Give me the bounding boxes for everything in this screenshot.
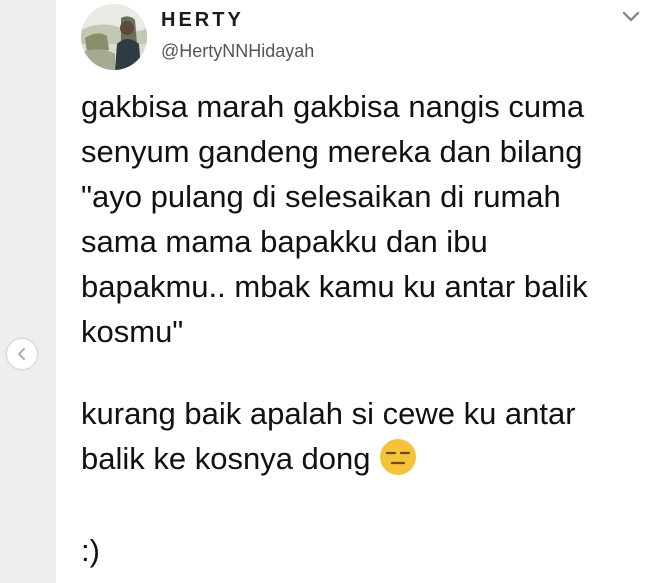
display-name[interactable]: HERTY [161,9,244,32]
handle[interactable]: @HertyNNHidayah [161,41,314,62]
tweet-card: HERTY @HertyNNHidayah gakbisa marah gakb… [56,0,670,583]
expressionless-face-emoji [379,439,416,475]
chevron-down-icon [622,11,640,22]
tweet-text-paragraph-1: gakbisa marah gakbisa nangis cuma senyum… [81,89,588,349]
previous-button[interactable] [6,338,38,370]
avatar[interactable] [81,4,147,70]
tweet-text-paragraph-2-text: kurang baik apalah si cewe ku antar bali… [81,396,576,476]
tweet-menu-button[interactable] [620,9,642,25]
tweet-text-paragraph-2: kurang baik apalah si cewe ku antar bali… [81,391,661,481]
chevron-left-icon [18,348,25,360]
left-gutter [0,0,56,583]
tweet-text-paragraph-3: :) [81,533,100,568]
